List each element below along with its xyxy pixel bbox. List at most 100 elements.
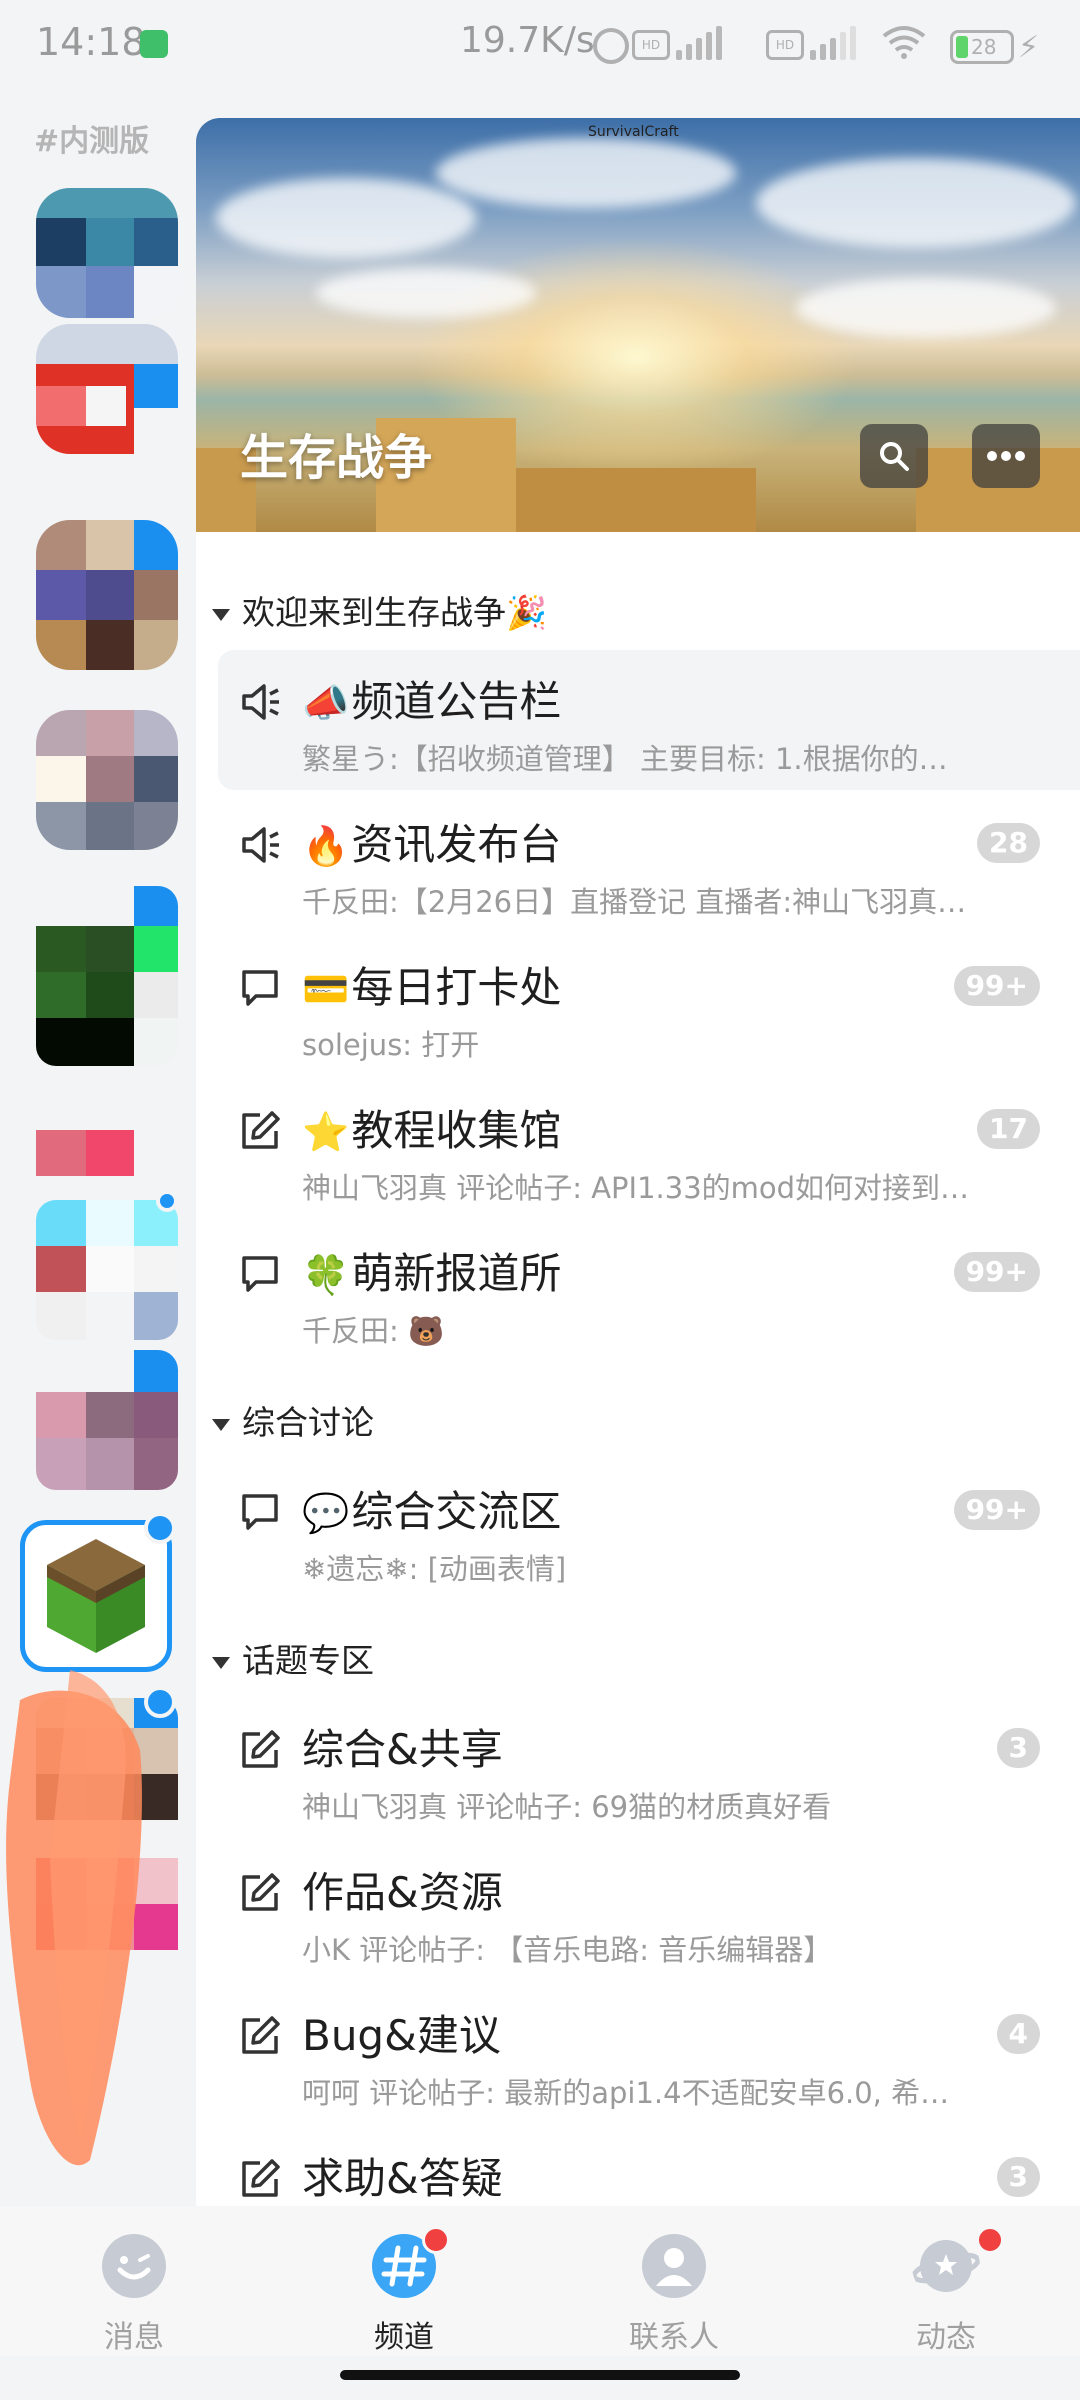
tab-label: 动态 [916, 2320, 976, 2355]
more-icon [987, 451, 1025, 461]
collapse-triangle-icon [212, 1656, 230, 1669]
search-button[interactable] [860, 424, 928, 488]
tab-channels[interactable]: 频道 [334, 2226, 474, 2355]
post-icon [242, 1111, 280, 1149]
server-avatar[interactable] [36, 886, 178, 1066]
channel-preview: 神山飞羽真 评论帖子: API1.33的mod如何对接到… [302, 1171, 970, 1205]
hd-icon: HD [632, 30, 670, 60]
signal-icon [810, 24, 862, 60]
post-icon [242, 1730, 280, 1768]
chat-icon [242, 1494, 278, 1530]
collapse-triangle-icon [212, 608, 230, 621]
unread-badge: 99+ [953, 966, 1040, 1006]
tab-messages[interactable]: 消息 [64, 2226, 204, 2355]
alarm-icon [593, 28, 629, 64]
announcement-icon [242, 827, 279, 863]
channel-item[interactable]: 求助&答疑 3 [218, 2127, 1080, 2206]
battery-level: 28 [971, 35, 997, 59]
home-indicator[interactable] [340, 2370, 740, 2380]
channel-name: 💬综合交流区 [302, 1487, 562, 1536]
status-time: 14:18 [36, 20, 146, 64]
channel-name: 求助&答疑 [302, 2154, 503, 2203]
category-title: 综合讨论 [242, 1403, 374, 1442]
channel-emoji: 🔥 [302, 824, 350, 868]
unread-dot [156, 1190, 178, 1212]
channel-emoji: 🍀 [302, 1253, 350, 1297]
server-avatar-active[interactable] [20, 1520, 172, 1672]
unread-badge: 17 [977, 1109, 1040, 1149]
post-icon [242, 2159, 280, 2197]
tab-label: 消息 [104, 2320, 164, 2355]
channel-preview: solejus: 打开 [302, 1028, 480, 1062]
battery-icon: 28 [950, 30, 1014, 64]
server-avatar[interactable] [36, 1120, 178, 1180]
server-avatar[interactable] [36, 324, 178, 454]
signal-icon [676, 24, 728, 60]
unread-badge: 3 [996, 1728, 1040, 1768]
channel-item[interactable]: 💳每日打卡处 solejus: 打开 99+ [218, 936, 1080, 1076]
guild-name: 生存战争 [240, 430, 433, 486]
server-avatar[interactable] [36, 520, 178, 670]
tab-moments[interactable]: 动态 [876, 2226, 1016, 2355]
category-title: 话题专区 [242, 1641, 374, 1680]
channel-name: 作品&资源 [302, 1868, 503, 1917]
channel-item[interactable]: 🍀萌新报道所 千反田: 🐻 99+ [218, 1222, 1080, 1362]
channel-item[interactable]: 🔥资讯发布台 千反田:【2月26日】直播登记 直播者:神山飞羽真… 28 [218, 793, 1080, 933]
channel-emoji: ⭐ [302, 1110, 350, 1154]
category-header[interactable]: 话题专区 [212, 1634, 374, 1682]
channel-preview: 小K 评论帖子: 【音乐电路: 音乐编辑器】 [302, 1933, 833, 1967]
channel-preview: 呵呵 评论帖子: 最新的api1.4不适配安卓6.0, 希… [302, 2076, 950, 2110]
planet-icon [912, 2240, 980, 2292]
channel-item[interactable]: 📣频道公告栏 繁星う:【招收频道管理】 主要目标: 1.根据你的… [218, 650, 1080, 790]
server-avatar[interactable] [36, 1200, 178, 1340]
server-avatar[interactable] [36, 1350, 178, 1490]
channel-item[interactable]: 作品&资源 小K 评论帖子: 【音乐电路: 音乐编辑器】 [218, 1841, 1080, 1981]
server-avatar[interactable] [36, 710, 178, 850]
unread-badge: 99+ [953, 1490, 1040, 1530]
channel-preview: 千反田:【2月26日】直播登记 直播者:神山飞羽真… [302, 885, 967, 919]
channel-name: 综合&共享 [302, 1725, 503, 1774]
hd-icon: HD [766, 30, 804, 60]
search-icon [880, 442, 909, 471]
channel-name: 📣频道公告栏 [302, 677, 562, 726]
contacts-icon [642, 2234, 706, 2298]
unread-badge: 28 [977, 823, 1040, 863]
tab-contacts[interactable]: 联系人 [604, 2226, 744, 2355]
channel-name: 🔥资讯发布台 [302, 820, 562, 869]
chat-icon [242, 970, 278, 1006]
category-header[interactable]: 欢迎来到生存战争🎉 [212, 586, 547, 634]
message-icon [102, 2234, 166, 2298]
sidebar-label: #内测版 [34, 124, 150, 159]
banner-watermark: SurvivalCraft [588, 124, 679, 140]
category-title: 欢迎来到生存战争🎉 [242, 593, 548, 632]
channel-preview: 繁星う:【招收频道管理】 主要目标: 1.根据你的… [302, 742, 948, 776]
category-header[interactable]: 综合讨论 [212, 1396, 374, 1444]
notification-dot [422, 2226, 450, 2254]
unread-badge: 4 [996, 2014, 1040, 2054]
survivalcraft-cube-icon [47, 1539, 145, 1653]
app-notification-icon [140, 30, 168, 58]
network-speed: 19.7K/s [460, 20, 595, 61]
channel-name: Bug&建议 [302, 2011, 501, 2060]
channel-name: ⭐教程收集馆 [302, 1106, 562, 1155]
channel-emoji: 📣 [302, 681, 350, 725]
status-bar: 14:18 19.7K/s HD HD 28 ⚡ [0, 0, 1080, 90]
post-icon [242, 2016, 280, 2054]
scribble-overlay [6, 1670, 142, 2166]
channel-emoji: 💬 [302, 1491, 350, 1535]
channel-preview: 神山飞羽真 评论帖子: 69猫的材质真好看 [302, 1790, 832, 1824]
channel-name: 🍀萌新报道所 [302, 1249, 562, 1298]
server-avatar[interactable] [36, 188, 178, 318]
channel-item[interactable]: 综合&共享 神山飞羽真 评论帖子: 69猫的材质真好看 3 [218, 1698, 1080, 1838]
channel-item[interactable]: Bug&建议 呵呵 评论帖子: 最新的api1.4不适配安卓6.0, 希… 4 [218, 1984, 1080, 2124]
tab-label: 频道 [374, 2320, 434, 2355]
channel-item[interactable]: 💬综合交流区 ❄遗忘❄: [动画表情] 99+ [218, 1460, 1080, 1600]
chat-icon [242, 1256, 278, 1292]
more-button[interactable] [972, 424, 1040, 488]
channel-item[interactable]: ⭐教程收集馆 神山飞羽真 评论帖子: API1.33的mod如何对接到… 17 [218, 1079, 1080, 1219]
channel-emoji: 💳 [302, 967, 350, 1011]
channel-name: 💳每日打卡处 [302, 963, 562, 1012]
announcement-icon [242, 684, 279, 720]
collapse-triangle-icon [212, 1418, 230, 1431]
tab-label: 联系人 [629, 2320, 719, 2355]
